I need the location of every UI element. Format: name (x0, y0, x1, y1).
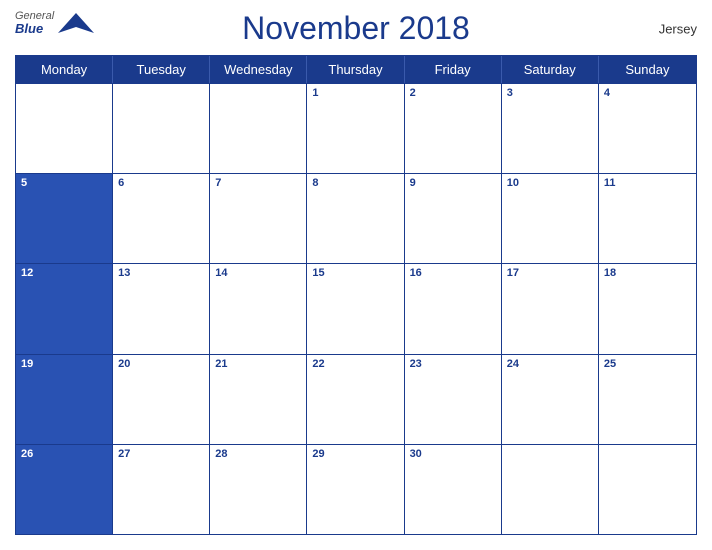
day-cell: 29 (307, 445, 404, 534)
day-number: 10 (507, 177, 593, 189)
logo-blue: Blue (15, 22, 54, 36)
day-cell: 1 (307, 84, 404, 173)
week-row-4: 19 20 21 22 23 24 25 (16, 354, 696, 444)
day-cell: 2 (405, 84, 502, 173)
calendar-grid: Monday Tuesday Wednesday Thursday Friday… (15, 55, 697, 535)
day-headers-row: Monday Tuesday Wednesday Thursday Friday… (16, 56, 696, 83)
day-number: 12 (21, 267, 107, 279)
day-number: 30 (410, 448, 496, 460)
day-cell: 15 (307, 264, 404, 353)
calendar-container: General Blue November 2018 Jersey Monday… (0, 0, 712, 550)
day-cell: 26 (16, 445, 113, 534)
day-cell: 16 (405, 264, 502, 353)
day-cell: 30 (405, 445, 502, 534)
day-cell: 17 (502, 264, 599, 353)
day-cell: 8 (307, 174, 404, 263)
day-cell: 13 (113, 264, 210, 353)
day-number: 29 (312, 448, 398, 460)
day-number: 11 (604, 177, 691, 189)
day-cell: 25 (599, 355, 696, 444)
day-number: 6 (118, 177, 204, 189)
day-cell: 4 (599, 84, 696, 173)
week-row-3: 12 13 14 15 16 17 18 (16, 263, 696, 353)
day-number: 4 (604, 87, 691, 99)
day-number: 23 (410, 358, 496, 370)
day-cell (210, 84, 307, 173)
week-row-1: 1234 (16, 83, 696, 173)
day-cell: 23 (405, 355, 502, 444)
header-thursday: Thursday (307, 56, 404, 83)
logo-bird-icon (56, 11, 96, 36)
week-row-2: 56789 10 11 (16, 173, 696, 263)
day-number: 1 (312, 87, 398, 99)
day-number: 9 (410, 177, 496, 189)
day-cell (599, 445, 696, 534)
day-cell (113, 84, 210, 173)
day-cell: 9 (405, 174, 502, 263)
day-cell: 19 (16, 355, 113, 444)
day-cell: 18 (599, 264, 696, 353)
day-number: 18 (604, 267, 691, 279)
day-number: 28 (215, 448, 301, 460)
day-cell: 20 (113, 355, 210, 444)
day-number: 26 (21, 448, 107, 460)
day-number: 21 (215, 358, 301, 370)
header-tuesday: Tuesday (113, 56, 210, 83)
day-cell: 5 (16, 174, 113, 263)
day-number: 22 (312, 358, 398, 370)
day-cell: 22 (307, 355, 404, 444)
day-number: 27 (118, 448, 204, 460)
day-number: 8 (312, 177, 398, 189)
day-number: 24 (507, 358, 593, 370)
day-cell: 21 (210, 355, 307, 444)
day-number: 14 (215, 267, 301, 279)
header-monday: Monday (16, 56, 113, 83)
day-number: 7 (215, 177, 301, 189)
day-cell: 6 (113, 174, 210, 263)
header-friday: Friday (405, 56, 502, 83)
day-cell: 12 (16, 264, 113, 353)
day-number: 20 (118, 358, 204, 370)
day-cell (16, 84, 113, 173)
day-number: 13 (118, 267, 204, 279)
header-wednesday: Wednesday (210, 56, 307, 83)
day-cell (502, 445, 599, 534)
day-cell: 24 (502, 355, 599, 444)
day-cell: 28 (210, 445, 307, 534)
day-number: 17 (507, 267, 593, 279)
day-number: 15 (312, 267, 398, 279)
day-number: 25 (604, 358, 691, 370)
header-sunday: Sunday (599, 56, 696, 83)
weeks-container: 1234567891011121314151617181920212223242… (16, 83, 696, 534)
day-cell: 3 (502, 84, 599, 173)
day-cell: 14 (210, 264, 307, 353)
header-saturday: Saturday (502, 56, 599, 83)
calendar-header: General Blue November 2018 Jersey (15, 10, 697, 47)
day-number: 2 (410, 87, 496, 99)
day-cell: 27 (113, 445, 210, 534)
day-number: 19 (21, 358, 107, 370)
day-cell: 11 (599, 174, 696, 263)
month-title: November 2018 (242, 10, 470, 47)
day-number: 5 (21, 177, 107, 189)
day-cell: 10 (502, 174, 599, 263)
week-row-5: 26 27 28 29 30 (16, 444, 696, 534)
day-number: 16 (410, 267, 496, 279)
logo-area: General Blue (15, 10, 96, 36)
region-label: Jersey (659, 21, 697, 36)
day-number: 3 (507, 87, 593, 99)
day-cell: 7 (210, 174, 307, 263)
